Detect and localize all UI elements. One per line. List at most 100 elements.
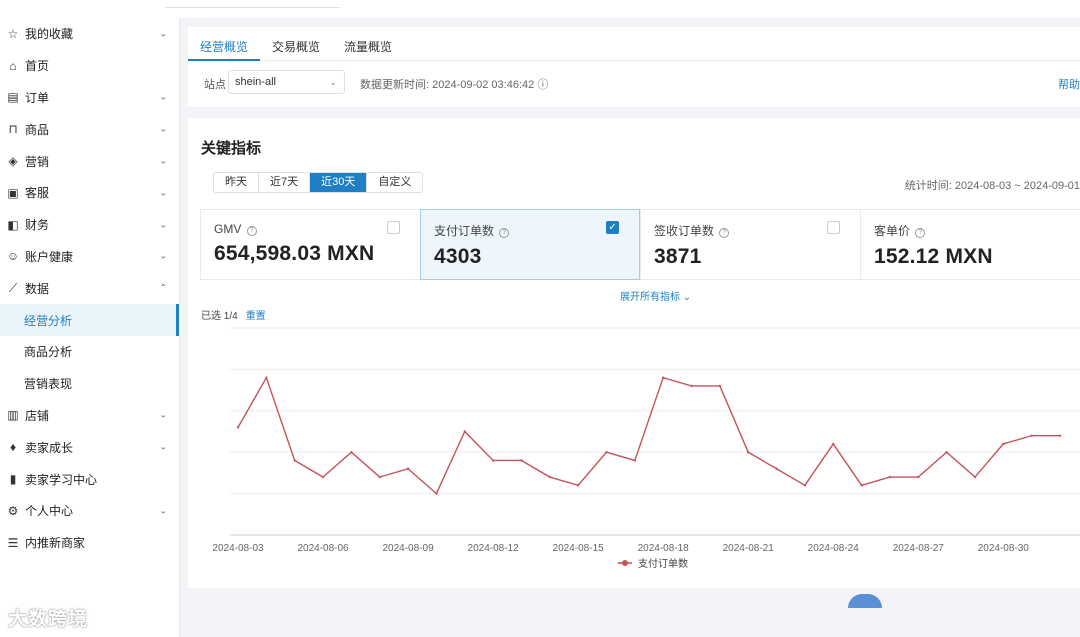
sidebar-item-8[interactable]: ⟋ 数据 ⌃ [0,272,179,304]
date-range-group: 昨天 近7天 近30天 自定义 [213,172,424,193]
sidebar-item-12[interactable]: ▥ 店铺 ⌄ [0,400,179,432]
metric-card-paid-orders[interactable]: 支付订单数 ? 4303 ✓ [419,209,641,280]
float-assistant-button[interactable] [848,594,882,608]
data-point [1002,442,1005,446]
sidebar-item-9[interactable]: 经营分析 [0,304,179,336]
chevron-down-icon: ⌄ [159,250,167,261]
book-icon: ▮ [9,472,17,487]
sidebar-item-7[interactable]: ☺ 账户健康 ⌄ [0,241,179,273]
chevron-down-icon: ⌄ [159,505,167,516]
sidebar-item-14[interactable]: ▮ 卖家学习中心 [0,463,179,495]
chevron-down-icon: ⌄ [159,91,167,102]
tab-transaction-overview[interactable]: 交易概览 [260,27,332,60]
help-circle-icon: ? [499,228,510,238]
sidebar-item-label: 内推新商家 [25,536,86,551]
order-icon: ▤ [7,90,19,105]
data-point [860,484,863,487]
sidebar-item-2[interactable]: ▤ 订单 ⌄ [0,82,179,114]
sidebar: ☆ 我的收藏 ⌄ ⌂ 首页 ▤ 订单 ⌄ ⊓ 商品 ⌄ ◈ 营销 ⌄ ▣ 客服 ⌄ ◧ 财务 ⌄ ☺ 账户健康 ⌄ ⟋ 数据 ⌃ 经… [0,18,180,637]
chevron-down-icon: ⌄ [159,28,167,39]
sidebar-item-1[interactable]: ⌂ 首页 [0,50,179,82]
tab-bar: 经营概览 交易概览 流量概览 [188,27,1080,61]
range-custom-button[interactable]: 自定义 [367,173,422,192]
top-bar [0,0,1080,18]
sidebar-item-label: 卖家学习中心 [25,472,98,487]
sidebar-item-label: 账户健康 [25,249,74,264]
data-point [1058,434,1062,437]
tab-business-overview[interactable]: 经营概览 [188,27,261,61]
sidebar-item-4[interactable]: ◈ 营销 ⌄ [0,145,179,177]
data-point [576,484,580,487]
x-tick-label: 2024-08-12 [468,543,520,554]
health-icon: ☺ [6,249,20,264]
list-icon: ☰ [7,535,19,550]
sidebar-item-label: 营销表现 [24,377,73,392]
data-point [1030,434,1033,437]
sidebar-item-0[interactable]: ☆ 我的收藏 ⌄ [0,18,179,50]
sidebar-item-3[interactable]: ⊓ 商品 ⌄ [0,113,179,145]
data-point [917,475,920,479]
chevron-down-icon: ⌄ [159,155,167,166]
global-search-input[interactable] [165,0,340,8]
sidebar-item-15[interactable]: ⚙ 个人中心 ⌄ [0,495,179,527]
chevron-down-icon: ⌄ [159,123,167,134]
site-select-value: shein-all [235,76,276,88]
sidebar-item-6[interactable]: ◧ 财务 ⌄ [0,209,179,241]
site-select[interactable]: shein-all ⌄ [228,70,345,94]
chevron-down-icon: ⌄ [159,187,167,198]
bag-icon: ⊓ [8,122,18,137]
tab-traffic-overview[interactable]: 流量概览 [332,27,404,60]
data-point [775,467,778,470]
help-link[interactable]: 帮助 [1058,76,1080,92]
range-30days-button[interactable]: 近30天 [310,173,368,192]
metric-card-avg-order-value[interactable]: 客单价 ? 152.12 MXN [860,209,1080,280]
data-update-time: 数据更新时间: 2024-09-02 03:46:42 ⓘ [360,79,549,91]
metric-value: 654,598.03 MXN [214,242,375,265]
filter-row: 站点 shein-all ⌄ 数据更新时间: 2024-09-02 03:46:… [188,61,1080,107]
sidebar-item-label: 订单 [25,90,50,105]
chat-icon: ▣ [7,185,19,200]
data-point [832,442,835,446]
range-7days-button[interactable]: 近7天 [259,173,311,192]
metric-checkbox[interactable] [827,221,840,234]
legend-swatch-dot [622,560,628,566]
sidebar-item-5[interactable]: ▣ 客服 ⌄ [0,177,179,209]
series-line [237,375,1060,495]
metric-value: 152.12 MXN [874,245,993,268]
data-point [265,376,268,379]
expand-all-metrics-link[interactable]: 展开所有指标 ⌄ [620,288,691,303]
legend-label[interactable]: 支付订单数 [638,557,688,570]
section-title: 关键指标 [201,140,262,157]
data-point [945,451,948,454]
sidebar-item-11[interactable]: 营销表现 [0,368,179,400]
help-circle-icon: ⓘ [537,79,549,91]
data-point [605,451,608,454]
sidebar-item-label: 客服 [25,186,50,201]
x-tick-label: 2024-08-15 [553,543,605,554]
metric-checkbox[interactable] [386,221,400,234]
data-point [435,492,438,495]
data-point [406,467,410,470]
metric-card-signed-orders[interactable]: 签收订单数 ? 3871 [640,209,860,280]
tag-icon: ◈ [8,154,18,169]
stat-period: 统计时间: 2024-08-03 ~ 2024-09-01 [904,180,1080,192]
x-tick-label: 2024-08-03 [212,543,264,554]
metric-label: 客单价 ? [874,222,1080,239]
metric-card-gmv[interactable]: GMV ? 654,598.03 MXN [200,209,420,280]
sidebar-item-10[interactable]: 商品分析 [0,336,179,368]
data-point [803,484,807,487]
data-point [236,426,240,429]
sidebar-item-label: 财务 [25,218,50,233]
data-point [350,451,353,454]
data-point [661,376,665,379]
data-point [690,384,693,388]
chevron-down-icon: ⌄ [682,292,692,303]
data-point [463,430,466,433]
range-yesterday-button[interactable]: 昨天 [214,173,259,192]
sidebar-item-16[interactable]: ☰ 内推新商家 [0,527,179,559]
gear-icon: ⚙ [7,503,19,518]
metric-checkbox-checked[interactable]: ✓ [606,221,620,234]
sidebar-item-13[interactable]: ♦ 卖家成长 ⌄ [0,431,179,463]
chevron-up-icon: ⌃ [159,282,167,293]
watermark-logo: 大数跨境 [8,609,89,630]
